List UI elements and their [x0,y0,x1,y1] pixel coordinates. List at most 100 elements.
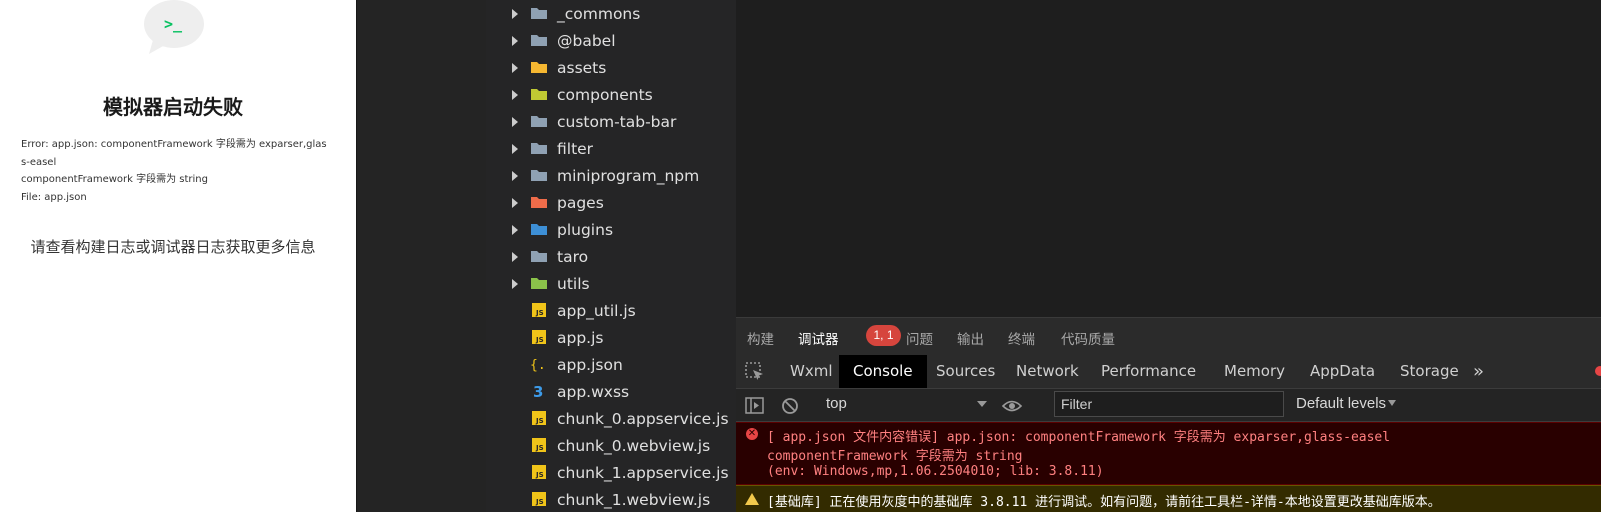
live-expression-eye-icon[interactable] [1001,395,1023,417]
file-tree-label: app_util.js [557,301,636,320]
file-row[interactable]: JS chunk_1.appservice.js [486,459,736,486]
warning-icon [745,493,759,505]
chevron-right-icon[interactable] [512,224,518,235]
activity-gutter [356,0,486,512]
file-tree-label: pages [557,193,604,212]
tab-issues[interactable]: 问题 [906,328,933,348]
tab-network[interactable]: Network [1002,355,1093,388]
chevron-down-icon[interactable] [977,401,987,407]
folder-row[interactable]: filter [486,135,736,162]
tab-memory[interactable]: Memory [1210,355,1299,388]
svg-text:JS: JS [535,444,544,452]
file-tree-label: plugins [557,220,614,239]
file-tree-label: chunk_1.appservice.js [557,463,729,482]
tab-sources[interactable]: Sources [922,355,1009,388]
file-row[interactable]: JS app_util.js [486,297,736,324]
folder-row[interactable]: pages [486,189,736,216]
console-error-line: (env: Windows,mp,1.06.2504010; lib: 3.8.… [767,464,1104,479]
chevron-right-icon[interactable] [512,278,518,289]
debugger-count-badge: 1, 1 [866,325,901,346]
simulator-error-title: 模拟器启动失败 [103,95,243,119]
inspect-element-icon[interactable] [744,361,766,383]
sidebar-toggle-icon[interactable] [744,395,766,417]
js-file-icon: JS [532,492,546,506]
chevron-right-icon[interactable] [512,143,518,154]
folder-icon [531,89,547,100]
svg-text:JS: JS [535,498,544,506]
file-tree-label: utils [557,274,590,293]
tab-code-quality[interactable]: 代码质量 [1061,328,1115,348]
folder-row[interactable]: _commons [486,0,736,27]
tab-debugger[interactable]: 调试器 [798,328,839,348]
chevron-right-icon[interactable] [512,8,518,19]
tab-output[interactable]: 输出 [957,328,984,348]
console-error-message: ✕ [ app.json 文件内容错误] app.json: component… [736,422,1601,485]
folder-icon [531,251,547,262]
file-tree-label: assets [557,58,607,77]
file-row[interactable]: JS chunk_0.webview.js [486,432,736,459]
svg-text:{..}: {..} [530,358,548,372]
devtools-tabs: Wxml Console Sources Network Performance… [736,355,1601,389]
simulator-error-line: File: app.json [21,191,87,203]
folder-row[interactable]: utils [486,270,736,297]
error-icon: ✕ [746,428,758,440]
tab-wxml[interactable]: Wxml [776,355,847,388]
file-tree-label: chunk_0.webview.js [557,436,711,455]
file-tree-label: components [557,85,653,104]
folder-icon [531,62,547,73]
folder-row[interactable]: @babel [486,27,736,54]
console-warning-line: [基础库] 正在使用灰度中的基础库 3.8.11 进行调试。如有问题，请前往工具… [767,495,1441,510]
js-file-icon: JS [532,465,546,479]
chevron-down-icon[interactable] [1388,400,1396,406]
tab-appdata[interactable]: AppData [1296,355,1389,388]
tab-performance[interactable]: Performance [1087,355,1210,388]
folder-row[interactable]: custom-tab-bar [486,108,736,135]
chevron-right-icon[interactable] [512,35,518,46]
folder-row[interactable]: assets [486,54,736,81]
more-tabs-button[interactable]: » [1459,355,1498,388]
clear-console-icon[interactable] [779,395,801,417]
simulator-panel: >_ 模拟器启动失败 Error: app.json: componentFra… [0,0,356,512]
chevron-right-icon[interactable] [512,197,518,208]
log-levels-dropdown[interactable]: Default levels [1296,395,1386,412]
folder-row[interactable]: plugins [486,216,736,243]
svg-text:JS: JS [535,417,544,425]
folder-icon [531,8,547,19]
tab-build[interactable]: 构建 [747,328,774,348]
file-tree-label: chunk_0.appservice.js [557,409,729,428]
file-tree-label: app.wxss [557,382,630,401]
file-tree-label: _commons [557,4,641,23]
console-filter-input[interactable] [1054,391,1284,417]
folder-row[interactable]: components [486,81,736,108]
simulator-hint: 请查看构建日志或调试器日志获取更多信息 [30,238,316,256]
chevron-right-icon[interactable] [512,116,518,127]
chevron-right-icon[interactable] [512,62,518,73]
chevron-right-icon[interactable] [512,89,518,100]
file-row[interactable]: JS chunk_0.appservice.js [486,405,736,432]
svg-text:JS: JS [535,471,544,479]
folder-row[interactable]: taro [486,243,736,270]
folder-row[interactable]: miniprogram_npm [486,162,736,189]
folder-icon [531,197,547,208]
simulator-error-detail: Error: app.json: componentFramework 字段需为… [21,136,331,206]
chevron-right-icon[interactable] [512,251,518,262]
logo-text: >_ [164,15,183,33]
file-row[interactable]: JS app.js [486,324,736,351]
context-selector[interactable]: top [826,395,986,412]
file-tree-label: @babel [557,31,616,50]
file-tree-label: app.json [557,355,623,374]
tab-terminal[interactable]: 终端 [1008,328,1035,348]
svg-text:JS: JS [535,336,544,344]
file-row[interactable]: JS chunk_1.webview.js [486,486,736,512]
js-file-icon: JS [532,303,546,317]
weixin-devtools-logo-icon: >_ [144,0,204,54]
error-indicator-icon[interactable] [1595,366,1601,376]
tab-console[interactable]: Console [839,355,927,388]
file-row[interactable]: {..} app.json [486,351,736,378]
folder-icon [531,143,547,154]
file-tree-label: filter [557,139,594,158]
file-tree-label: taro [557,247,589,266]
chevron-right-icon[interactable] [512,170,518,181]
file-row[interactable]: 3 app.wxss [486,378,736,405]
svg-text:3: 3 [533,383,543,399]
